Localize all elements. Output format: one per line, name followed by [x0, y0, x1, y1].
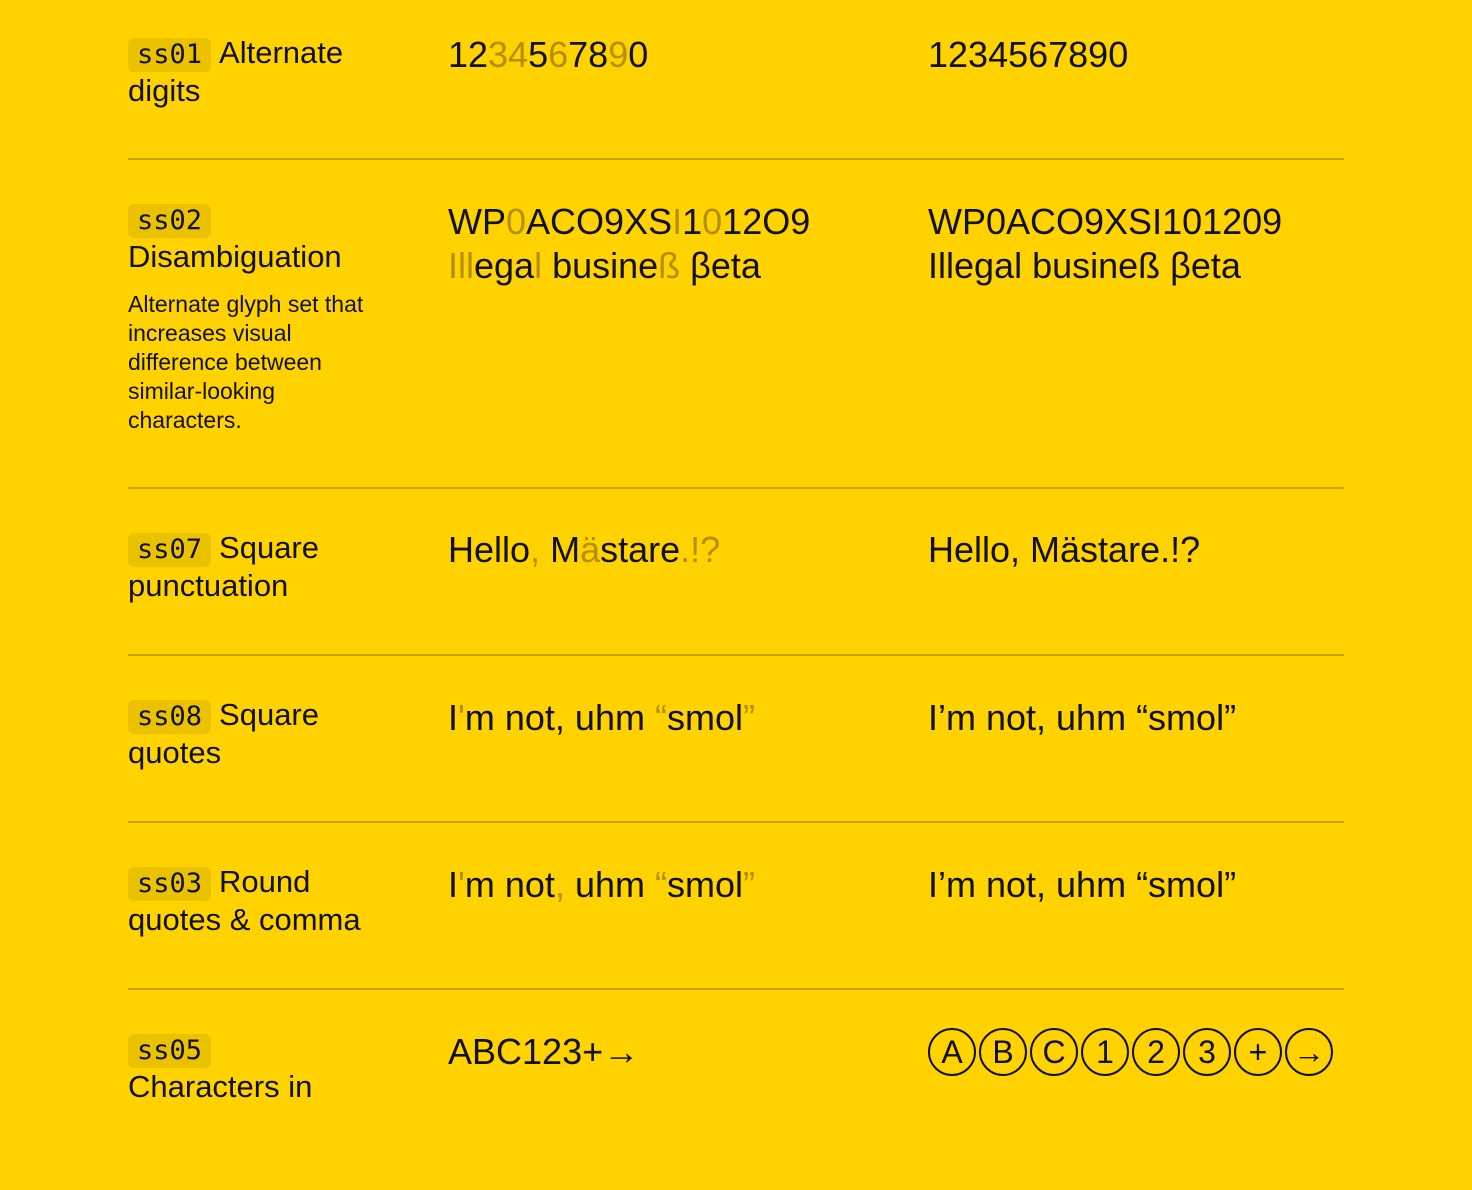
highlighted-glyph: '	[458, 864, 465, 905]
sample-default: WP0ACO9XSI101209 Illegal busineß βeta	[928, 200, 1282, 288]
circled-character: 1	[1081, 1028, 1129, 1076]
sample-text: Hello	[448, 529, 531, 570]
highlighted-glyph: 34	[488, 34, 529, 75]
sample-enabled: I'm not, uhm “smol”	[448, 863, 755, 907]
highlighted-glyph: ß	[658, 245, 681, 286]
highlighted-glyph: ”	[743, 864, 756, 905]
feature-code-badge: ss08	[128, 700, 212, 734]
highlighted-glyph: 0	[506, 201, 527, 242]
sample-text: stare	[600, 529, 681, 570]
table-row: ss02 Disambiguation Alternate glyph set …	[128, 160, 1344, 489]
feature-description: Alternate glyph set that increases visua…	[128, 291, 364, 433]
sample-enabled: I'm not, uhm “smol”	[448, 696, 755, 740]
table-row: ss05 Characters in ABC123+→ A B C 1 2 3 + →	[128, 990, 1344, 1190]
sample-default: 1234567890	[928, 33, 1128, 77]
sample-circled: A B C 1 2 3 + →	[928, 1028, 1336, 1076]
circled-character: 3	[1183, 1028, 1231, 1076]
highlighted-glyph: '	[458, 697, 465, 738]
sample-text: m not	[464, 864, 555, 905]
sample-text: I	[448, 864, 459, 905]
feature-code-badge: ss07	[128, 533, 212, 567]
sample-text: 12	[448, 34, 489, 75]
feature-label: ss05 Characters in	[128, 1030, 388, 1106]
feature-label: ss07 Square punctuation	[128, 529, 388, 605]
feature-code-badge: ss05	[128, 1034, 212, 1068]
feature-code-badge: ss02	[128, 204, 212, 238]
sample-text: ACO9XS	[526, 201, 673, 242]
sample-text: I	[448, 697, 459, 738]
circled-character: 2	[1132, 1028, 1180, 1076]
highlighted-glyph: Ill	[448, 245, 474, 286]
feature-name: Disambiguation	[128, 239, 342, 274]
sample-text: smol	[666, 697, 743, 738]
feature-code-badge: ss03	[128, 867, 212, 901]
sample-text: m not, uhm	[464, 697, 655, 738]
table-row: ss07 Square punctuation Hello, Mästare.!?…	[128, 489, 1344, 656]
circled-character: C	[1030, 1028, 1078, 1076]
circled-character: A	[928, 1028, 976, 1076]
sample-text: busine	[542, 245, 659, 286]
highlighted-glyph: 9	[608, 34, 629, 75]
sample-text: 0	[628, 34, 649, 75]
sample-text: ega	[474, 245, 535, 286]
sample-default: I’m not, uhm “smol”	[928, 863, 1236, 907]
highlighted-glyph: ,	[554, 864, 565, 905]
sample-text: Hello, Mästare.!?	[928, 529, 1201, 570]
sample-text: ABC123+→	[448, 1031, 640, 1072]
sample-text: uhm	[564, 864, 655, 905]
feature-label: ss08 Square quotes	[128, 696, 388, 772]
feature-code-badge: ss01	[128, 38, 212, 72]
table-row: ss03 Round quotes & comma I'm not, uhm “s…	[128, 823, 1344, 990]
sample-text: I’m not, uhm “smol”	[928, 697, 1237, 738]
feature-name: Characters in	[128, 1069, 313, 1104]
circled-character: +	[1234, 1028, 1282, 1076]
sample-text: 5	[528, 34, 549, 75]
stylistic-sets-table: ss01 Alternate digits 1234567890 12345678…	[128, 0, 1344, 1190]
sample-text: WP	[448, 201, 506, 242]
highlighted-glyph: ä	[580, 529, 601, 570]
highlighted-glyph: “	[654, 697, 667, 738]
sample-text: Illegal busineß βeta	[928, 245, 1241, 286]
sample-text: 78	[568, 34, 609, 75]
sample-text: I’m not, uhm “smol”	[928, 864, 1237, 905]
sample-text: 1	[682, 201, 703, 242]
table-row: ss01 Alternate digits 1234567890 12345678…	[128, 0, 1344, 160]
circled-character: B	[979, 1028, 1027, 1076]
sample-text: WP0ACO9XSI101209	[928, 201, 1283, 242]
feature-label: ss02 Disambiguation Alternate glyph set …	[128, 200, 388, 435]
sample-text: M	[540, 529, 581, 570]
highlighted-glyph: 0	[702, 201, 723, 242]
table-row: ss08 Square quotes I'm not, uhm “smol” I’…	[128, 656, 1344, 823]
highlighted-glyph: I	[672, 201, 683, 242]
sample-text: 1234567890	[928, 34, 1129, 75]
highlighted-glyph: .!?	[680, 529, 721, 570]
sample-text: 12O9	[722, 201, 811, 242]
highlighted-glyph: ,	[530, 529, 541, 570]
sample-enabled: Hello, Mästare.!?	[448, 528, 720, 572]
sample-enabled: WP0ACO9XSI1012O9 Illegal busineß βeta	[448, 200, 810, 288]
sample-default: I’m not, uhm “smol”	[928, 696, 1236, 740]
circled-character: →	[1285, 1028, 1333, 1076]
sample-enabled: ABC123+→	[448, 1030, 639, 1074]
feature-label: ss01 Alternate digits	[128, 34, 388, 110]
feature-label: ss03 Round quotes & comma	[128, 863, 388, 939]
highlighted-glyph: “	[655, 864, 667, 905]
highlighted-glyph: 6	[548, 34, 569, 75]
sample-enabled: 1234567890	[448, 33, 648, 77]
sample-text: βeta	[680, 245, 761, 286]
highlighted-glyph: ”	[742, 697, 755, 738]
highlighted-glyph: l	[534, 245, 543, 286]
sample-default: Hello, Mästare.!?	[928, 528, 1200, 572]
sample-text: smol	[667, 864, 744, 905]
